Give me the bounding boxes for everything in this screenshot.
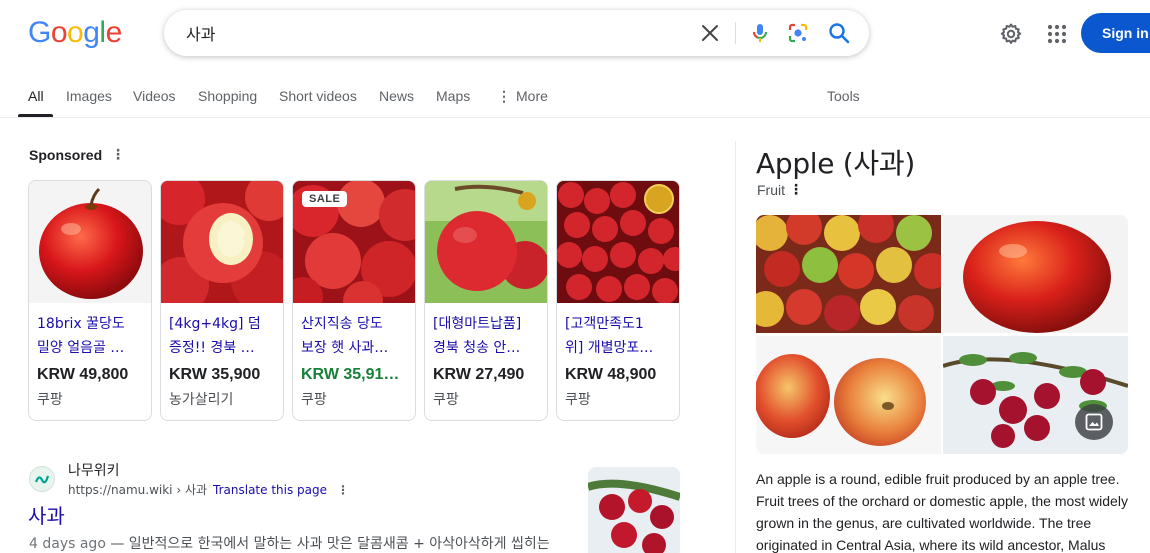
clear-icon[interactable] xyxy=(698,21,722,45)
site-favicon[interactable] xyxy=(29,466,55,492)
product-card[interactable]: [4kg+4kg] 덤 증정!! 경북 … KRW 35,900 농가살리기 xyxy=(160,180,284,421)
logo-letter: g xyxy=(83,16,100,49)
description-line: originated in Central Asia, where its wi… xyxy=(756,537,1106,553)
product-title[interactable]: [4kg+4kg] 덤 증정!! 경북 … xyxy=(169,312,279,360)
product-price: KRW 49,800 xyxy=(37,366,129,383)
tab-more[interactable]: ⋮ More xyxy=(497,88,548,105)
search-box xyxy=(164,10,869,56)
search-icon[interactable] xyxy=(827,21,851,45)
product-title-line: 보장 햇 사과… xyxy=(301,340,389,356)
search-divider xyxy=(735,22,736,44)
tab-maps[interactable]: Maps xyxy=(436,88,470,104)
logo-letter: e xyxy=(105,16,123,49)
product-title-line: [4kg+4kg] 덤 xyxy=(169,316,261,332)
product-title[interactable]: [대형마트납품] 경북 청송 안… xyxy=(433,312,543,360)
kp-image-apples-pile[interactable] xyxy=(756,215,941,333)
product-title[interactable]: 산지직송 당도 보장 햇 사과… xyxy=(301,312,411,360)
kp-image-red-apple[interactable] xyxy=(943,215,1128,333)
product-card[interactable]: [대형마트납품] 경북 청송 안… KRW 27,490 쿠팡 xyxy=(424,180,548,421)
product-seller: 농가살리기 xyxy=(169,392,234,408)
product-price: KRW 35,91… xyxy=(301,366,400,383)
product-title-line: 증정!! 경북 … xyxy=(169,340,255,356)
product-image xyxy=(161,181,283,313)
product-card[interactable]: SALE 산지직송 당도 보장 햇 사과… KRW 35,91… 쿠팡 xyxy=(292,180,416,421)
sale-badge: SALE xyxy=(302,191,348,207)
product-title-line: [고객만족도1 xyxy=(565,316,644,332)
product-card[interactable]: 18brix 꿀당도 밀양 얼음골 … KRW 49,800 쿠팡 xyxy=(28,180,152,421)
active-tab-indicator xyxy=(18,114,53,117)
tab-more-label: More xyxy=(516,88,548,104)
product-image xyxy=(425,181,547,303)
product-title-line: 산지직송 당도 xyxy=(301,316,383,332)
search-input[interactable] xyxy=(186,10,666,56)
apps-grid-icon[interactable] xyxy=(1044,21,1070,47)
image-gallery-icon[interactable] xyxy=(1075,404,1113,440)
sponsored-menu-icon[interactable]: ⋮ xyxy=(111,146,125,163)
tab-videos[interactable]: Videos xyxy=(133,88,176,104)
logo-letter: G xyxy=(28,16,51,49)
sponsored-label: Sponsored xyxy=(29,147,103,163)
tab-news[interactable]: News xyxy=(379,88,414,104)
product-price: KRW 27,490 xyxy=(433,366,525,383)
google-logo[interactable]: Google xyxy=(28,16,122,50)
knowledge-panel-subtitle: Fruit xyxy=(757,182,785,198)
logo-letter: o xyxy=(50,16,68,49)
description-line: grown in the genus, are cultivated world… xyxy=(756,515,1092,531)
product-title-line: 위] 개별망포… xyxy=(565,340,654,356)
product-title-line: [대형마트납품] xyxy=(433,316,522,332)
panel-divider xyxy=(735,141,736,553)
tab-images[interactable]: Images xyxy=(66,88,112,104)
tab-short-videos[interactable]: Short videos xyxy=(279,88,357,104)
search-tabs: All Images Videos Shopping Short videos … xyxy=(0,82,1150,118)
product-title-line: 18brix 꿀당도 xyxy=(37,316,125,332)
product-seller: 쿠팡 xyxy=(301,392,327,408)
result-thumbnail[interactable] xyxy=(588,467,680,553)
translate-link[interactable]: Translate this page xyxy=(213,483,327,497)
tools-button[interactable]: Tools xyxy=(827,88,860,104)
knowledge-panel-description: An apple is a round, edible fruit produc… xyxy=(756,468,1136,553)
result-url-line: https://namu.wiki › 사과 Translate this pag… xyxy=(68,481,349,498)
tab-shopping[interactable]: Shopping xyxy=(198,88,257,104)
product-seller: 쿠팡 xyxy=(565,392,591,408)
product-title[interactable]: [고객만족도1 위] 개별망포… xyxy=(565,312,675,360)
sign-in-button[interactable]: Sign in xyxy=(1081,13,1150,53)
knowledge-panel-menu-icon[interactable]: ⋮ xyxy=(789,181,803,198)
result-date: 4 days ago xyxy=(29,536,106,552)
description-line: Fruit trees of the orchard or domestic a… xyxy=(756,493,1128,509)
tab-all[interactable]: All xyxy=(28,88,44,104)
result-url[interactable]: https://namu.wiki › 사과 xyxy=(68,483,207,497)
product-image xyxy=(557,181,679,304)
result-site-name[interactable]: 나무위키 xyxy=(68,460,120,480)
result-title[interactable]: 사과 xyxy=(28,500,65,529)
product-seller: 쿠팡 xyxy=(37,392,63,408)
product-title[interactable]: 18brix 꿀당도 밀양 얼음골 … xyxy=(37,312,147,360)
result-snippet-text: — 일반적으로 한국에서 말하는 사과 맛은 달콤새콤 + 아삭아삭하게 씹히는 xyxy=(105,536,550,552)
more-vertical-icon: ⋮ xyxy=(497,88,511,104)
product-seller: 쿠팡 xyxy=(433,392,459,408)
knowledge-panel-title: Apple (사과) xyxy=(756,147,915,180)
result-menu-icon[interactable]: ⋮ xyxy=(337,483,349,497)
product-price: KRW 48,900 xyxy=(565,366,657,383)
microphone-icon[interactable] xyxy=(748,21,772,45)
product-title-line: 경북 청송 안… xyxy=(433,340,521,356)
product-card[interactable]: [고객만족도1 위] 개별망포… KRW 48,900 쿠팡 xyxy=(556,180,680,421)
product-image xyxy=(29,181,151,303)
settings-gear-icon[interactable] xyxy=(998,21,1024,47)
product-title-line: 밀양 얼음골 … xyxy=(37,340,125,356)
result-snippet: 4 days ago — 일반적으로 한국에서 말하는 사과 맛은 달콤새콤 +… xyxy=(29,533,574,553)
kp-image-two-apples[interactable] xyxy=(756,336,941,454)
camera-lens-icon[interactable] xyxy=(786,21,810,45)
product-price: KRW 35,900 xyxy=(169,366,261,383)
description-line: An apple is a round, edible fruit produc… xyxy=(756,471,1120,487)
logo-letter: o xyxy=(67,16,84,49)
